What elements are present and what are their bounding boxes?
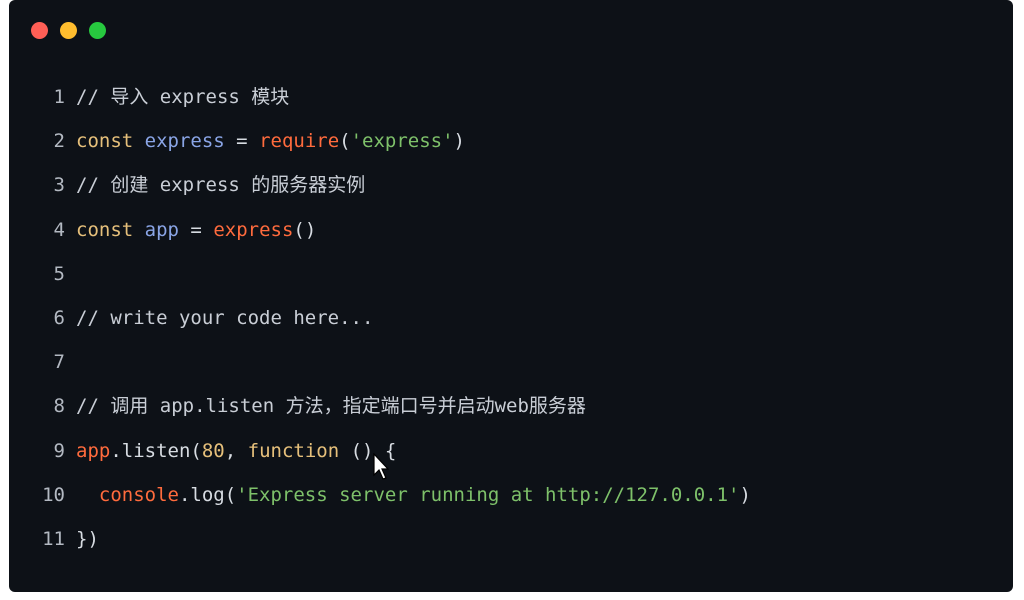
code-line-content: // 调用 app.listen 方法，指定端口号并启动web服务器 (76, 384, 586, 428)
window-controls (31, 22, 106, 39)
line-number: 9 (53, 439, 65, 462)
code-line-content: }) (76, 517, 99, 561)
maximize-button[interactable] (89, 22, 106, 39)
line-number: 6 (53, 306, 65, 329)
code-token-keyword: const (76, 130, 134, 153)
code-token-string: 'express' (350, 130, 454, 153)
code-line: 11}) (9, 517, 1013, 561)
line-number: 8 (53, 395, 65, 418)
code-line-content: // 导入 express 模块 (76, 75, 289, 119)
code-token-keyword: const (76, 218, 134, 241)
code-token-identifier: express (144, 130, 225, 153)
code-line: 5 (9, 252, 1013, 296)
line-number: 10 (42, 483, 65, 506)
close-button[interactable] (31, 22, 48, 39)
code-token-punct (76, 484, 99, 506)
line-number: 7 (53, 351, 65, 374)
code-token-comment: // write your code here... (76, 306, 374, 329)
line-number: 11 (42, 527, 65, 550)
line-number: 1 (53, 86, 65, 108)
code-token-punct: .log( (178, 483, 237, 506)
code-token-number: 80 (201, 439, 225, 462)
code-window: 1 // 导入 express 模块 2 const express = requir… (9, 0, 1013, 592)
code-line: 6 // write your code here... (9, 296, 1013, 340)
code-token-punct: ( (339, 130, 351, 153)
arrow-pointer-icon (373, 453, 389, 480)
code-token-identifier: app (144, 218, 179, 241)
code-line-content: // write your code here... (76, 296, 373, 340)
code-line: 2 const express = require('express') (9, 119, 1013, 163)
code-token-punct: , (224, 439, 248, 462)
code-token-function: app (76, 439, 111, 462)
code-line-content: console.log('Express server running at h… (76, 473, 751, 517)
code-line: 9 app.listen(80, function () { (9, 429, 1013, 473)
code-token-punct: = (178, 218, 214, 241)
code-token-keyword: function (247, 439, 340, 462)
code-token-punct: () (293, 218, 317, 241)
line-number: 2 (53, 130, 65, 153)
code-token-punct: }) (76, 527, 99, 550)
code-line: 3 // 创建 express 的服务器实例 (9, 163, 1013, 207)
code-line: 1 // 导入 express 模块 (9, 75, 1013, 119)
code-token-function: express (213, 218, 294, 241)
code-line-content: const app = express() (76, 208, 316, 252)
code-token-string: 'Express server running at http://127.0.… (236, 483, 740, 506)
code-token-comment: // 创建 express 的服务器实例 (76, 174, 366, 197)
code-line-content: const express = require('express') (76, 119, 465, 163)
code-token-function: console (98, 483, 179, 506)
line-number: 4 (53, 218, 65, 241)
code-block: 1 // 导入 express 模块 2 const express = requir… (9, 75, 1013, 561)
code-token-punct: = (224, 130, 260, 153)
code-token-punct (133, 219, 144, 241)
code-line: 10 console.log('Express server running a… (9, 473, 1013, 517)
line-number: 3 (53, 174, 65, 197)
code-token-comment: // 调用 app.listen 方法，指定端口号并启动web服务器 (76, 395, 586, 418)
code-line-content: app.listen(80, function () { (76, 429, 396, 473)
code-line: 4 const app = express() (9, 208, 1013, 252)
code-line: 7 (9, 340, 1013, 384)
code-line-content: // 创建 express 的服务器实例 (76, 163, 365, 207)
code-token-comment: // 导入 express 模块 (76, 86, 290, 108)
code-token-function: require (259, 130, 340, 153)
line-number: 5 (53, 262, 65, 285)
code-token-punct: ) (453, 130, 465, 153)
minimize-button[interactable] (60, 22, 77, 39)
code-token-punct (133, 130, 144, 152)
code-token-punct: ) (739, 483, 751, 506)
code-line: 8 // 调用 app.listen 方法，指定端口号并启动web服务器 (9, 384, 1013, 428)
code-token-punct: .listen( (110, 439, 202, 462)
